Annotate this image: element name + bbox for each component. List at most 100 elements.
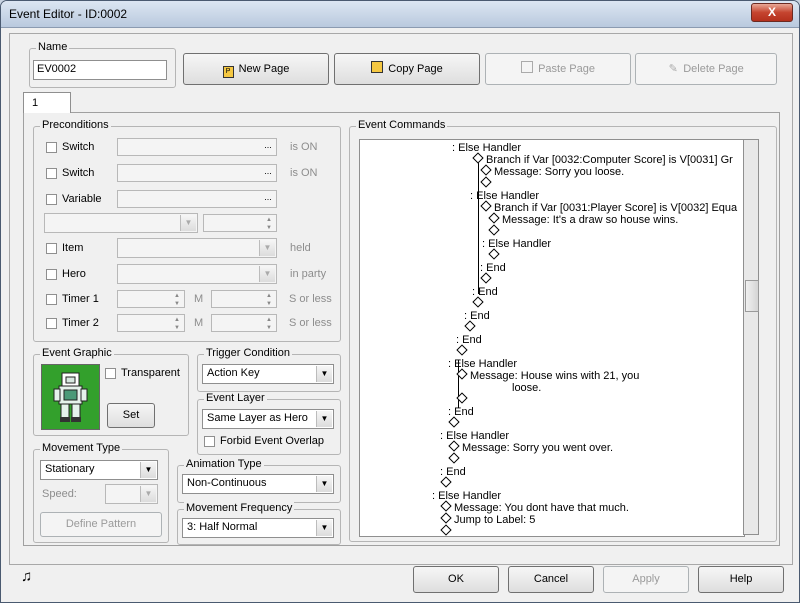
- new-page-button[interactable]: P New Page: [183, 53, 329, 85]
- command-line[interactable]: : Else Handler: [448, 358, 517, 370]
- event-graphic-preview[interactable]: [41, 364, 100, 430]
- command-line[interactable]: loose.: [512, 382, 541, 394]
- ok-button[interactable]: OK: [413, 566, 499, 593]
- variable-checkbox[interactable]: [46, 194, 57, 205]
- timer1-seconds[interactable]: ▲ ▼: [211, 290, 277, 308]
- command-line[interactable]: Message: Sorry you went over.: [448, 440, 613, 454]
- music-note-icon[interactable]: ♫: [21, 568, 32, 585]
- movement-frequency-value: 3: Half Normal: [187, 521, 258, 533]
- spinner-icon[interactable]: ▲ ▼: [171, 292, 183, 308]
- help-button[interactable]: Help: [698, 566, 784, 593]
- timer2-minutes[interactable]: ▲ ▼: [117, 314, 185, 332]
- paste-page-button[interactable]: Paste Page: [485, 53, 631, 85]
- switch1-field[interactable]: ...: [117, 138, 277, 156]
- event-commands-scrollbar[interactable]: [743, 139, 759, 535]
- timer2-seconds[interactable]: ▲ ▼: [211, 314, 277, 332]
- animation-type-title: Animation Type: [184, 458, 264, 470]
- switch2-field[interactable]: ...: [117, 164, 277, 182]
- spinner-icon[interactable]: ▲ ▼: [263, 316, 275, 332]
- command-line[interactable]: [448, 416, 462, 430]
- define-pattern-button[interactable]: Define Pattern: [40, 512, 162, 537]
- command-line[interactable]: Message: You dont have that much.: [440, 500, 629, 514]
- title-bar[interactable]: Event Editor - ID:0002 X: [1, 1, 799, 28]
- browse-icon[interactable]: ...: [261, 166, 275, 180]
- hero-select[interactable]: ▼: [117, 264, 277, 284]
- command-text: Message: Sorry you loose.: [494, 166, 625, 178]
- diamond-icon: [440, 476, 452, 488]
- spinner-icon[interactable]: ▲ ▼: [171, 316, 183, 332]
- command-line[interactable]: : Else Handler: [452, 142, 521, 154]
- diamond-icon: [480, 272, 492, 284]
- command-line[interactable]: [472, 296, 486, 310]
- event-layer-select[interactable]: Same Layer as Hero ▼: [202, 409, 334, 429]
- command-text: Message: House wins with 21, you: [470, 370, 640, 382]
- copy-page-button[interactable]: Copy Page: [334, 53, 480, 85]
- cancel-button[interactable]: Cancel: [508, 566, 594, 593]
- command-line[interactable]: [440, 476, 454, 490]
- command-line[interactable]: Message: Sorry you loose.: [480, 164, 625, 178]
- command-line[interactable]: : End: [456, 334, 482, 346]
- name-input[interactable]: EV0002: [33, 60, 167, 80]
- command-line[interactable]: : Else Handler: [432, 490, 501, 502]
- chevron-down-icon: ▼: [140, 486, 156, 502]
- speed-select[interactable]: ▼: [105, 484, 158, 504]
- command-line[interactable]: : End: [448, 406, 474, 418]
- command-line[interactable]: [456, 344, 470, 358]
- timer2-checkbox[interactable]: [46, 318, 57, 329]
- command-line[interactable]: [464, 320, 478, 334]
- command-line[interactable]: Branch if Var [0031:Player Score] is V[0…: [480, 200, 737, 214]
- spinner-icon[interactable]: ▲ ▼: [263, 216, 275, 232]
- hero-checkbox[interactable]: [46, 269, 57, 280]
- command-line[interactable]: : End: [440, 466, 466, 478]
- item-select[interactable]: ▼: [117, 238, 277, 258]
- trigger-condition-select[interactable]: Action Key ▼: [202, 364, 334, 384]
- set-graphic-button[interactable]: Set: [107, 403, 155, 428]
- movement-type-title: Movement Type: [40, 442, 123, 454]
- switch2-checkbox[interactable]: [46, 168, 57, 179]
- command-line[interactable]: : Else Handler: [470, 190, 539, 202]
- timer1-minutes[interactable]: ▲ ▼: [117, 290, 185, 308]
- switch1-checkbox[interactable]: [46, 142, 57, 153]
- variable-field[interactable]: ...: [117, 190, 277, 208]
- browse-icon[interactable]: ...: [261, 192, 275, 206]
- command-line[interactable]: : Else Handler: [440, 430, 509, 442]
- command-line[interactable]: Message: It's a draw so house wins.: [488, 212, 678, 226]
- diamond-icon: [448, 440, 460, 452]
- command-line[interactable]: [440, 524, 454, 536]
- preconditions-group: Preconditions: [33, 119, 341, 342]
- event-layer-title: Event Layer: [204, 392, 267, 404]
- tab-page-1[interactable]: 1: [23, 92, 71, 113]
- command-line[interactable]: : End: [472, 286, 498, 298]
- close-button[interactable]: X: [751, 3, 793, 22]
- speed-label: Speed:: [42, 488, 77, 500]
- movement-type-select[interactable]: Stationary ▼: [40, 460, 158, 480]
- delete-page-button[interactable]: ✎ Delete Page: [635, 53, 777, 85]
- forbid-overlap-checkbox[interactable]: [204, 436, 215, 447]
- command-line[interactable]: Message: House wins with 21, you: [456, 368, 640, 382]
- command-line[interactable]: Branch if Var [0032:Computer Score] is V…: [472, 152, 733, 166]
- spinner-icon[interactable]: ▲ ▼: [263, 292, 275, 308]
- browse-icon[interactable]: ...: [261, 140, 275, 154]
- item-checkbox[interactable]: [46, 243, 57, 254]
- movement-frequency-select[interactable]: 3: Half Normal ▼: [182, 518, 334, 538]
- command-line[interactable]: [480, 176, 494, 190]
- command-line[interactable]: [456, 392, 470, 406]
- movement-type-value: Stationary: [45, 463, 95, 475]
- command-line[interactable]: [448, 452, 462, 466]
- command-line[interactable]: [488, 224, 502, 238]
- event-commands-list[interactable]: : Else Handler Branch if Var [0032:Compu…: [359, 139, 745, 537]
- scrollbar-thumb[interactable]: [745, 280, 759, 312]
- command-line[interactable]: : End: [464, 310, 490, 322]
- transparent-checkbox[interactable]: [105, 368, 116, 379]
- variable-value-field[interactable]: ▲ ▼: [203, 214, 277, 232]
- copy-page-label: Copy Page: [388, 63, 443, 75]
- command-line[interactable]: [480, 272, 494, 286]
- animation-type-select[interactable]: Non-Continuous ▼: [182, 474, 334, 494]
- variable-operator-select[interactable]: ▼: [44, 213, 198, 233]
- timer1-checkbox[interactable]: [46, 294, 57, 305]
- apply-button[interactable]: Apply: [603, 566, 689, 593]
- command-line[interactable]: : End: [480, 262, 506, 274]
- command-line[interactable]: [488, 248, 502, 262]
- command-line[interactable]: Jump to Label: 5: [440, 512, 535, 526]
- new-page-label: New Page: [238, 63, 290, 75]
